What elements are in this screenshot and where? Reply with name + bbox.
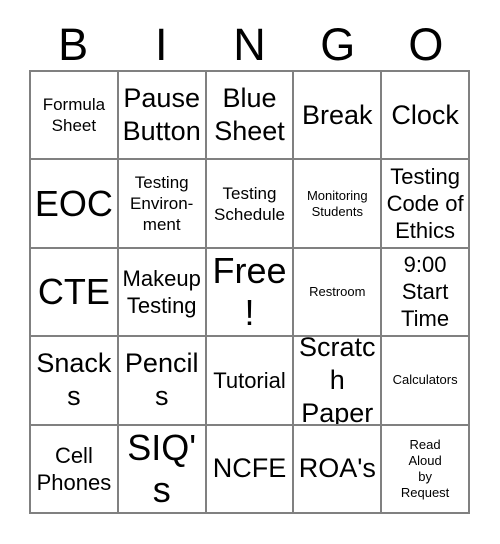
bingo-header-letter-g: G [320, 19, 356, 70]
bingo-header-letter-b: B [58, 19, 89, 70]
bingo-cell-b5[interactable]: Cell Phones [31, 425, 119, 514]
bingo-cell-label: NCFE [212, 453, 287, 484]
bingo-cell-label: SIQ's [127, 426, 197, 510]
bingo-cell-n4[interactable]: Tutorial [206, 337, 295, 426]
bingo-header-letter-o: O [408, 19, 444, 70]
bingo-cell-label: Break [302, 99, 373, 130]
bingo-cell-g3[interactable]: Restroom [294, 248, 383, 338]
bingo-cell-b3[interactable]: CTE [31, 248, 119, 338]
bingo-cell-label: Snacks [36, 348, 112, 412]
bingo-cell-label: 9:00 Start Time [401, 252, 450, 332]
bingo-cell-free-space[interactable]: Free! [206, 248, 295, 338]
bingo-cell-g5[interactable]: ROA's [294, 425, 383, 514]
bingo-cell-o4[interactable]: Calculators [382, 337, 470, 426]
bingo-cell-label: EOC [34, 182, 113, 224]
bingo-cell-label: Cell Phones [36, 442, 112, 495]
bingo-card: B I N G O Formula Sheet Pause Button Blu… [0, 0, 500, 544]
bingo-cell-label: Monitoring Students [306, 187, 368, 219]
bingo-cell-label: Clock [391, 99, 459, 130]
bingo-cell-g1[interactable]: Break [294, 72, 383, 161]
bingo-cell-i5[interactable]: SIQ's [118, 425, 207, 514]
bingo-cell-g4[interactable]: Scratch Paper [294, 337, 383, 426]
bingo-cell-o5[interactable]: Read Aloud by Request [382, 425, 470, 514]
bingo-cell-label: Formula Sheet [42, 95, 106, 136]
bingo-cell-o3[interactable]: 9:00 Start Time [382, 248, 470, 338]
bingo-cell-label: Testing Code of Ethics [386, 164, 464, 244]
bingo-cell-label: Calculators [392, 372, 458, 388]
bingo-cell-label: CTE [37, 270, 110, 312]
bingo-cell-label: Pause Button [122, 83, 201, 147]
bingo-header-letter-i: I [155, 19, 168, 70]
bingo-cell-n1[interactable]: Blue Sheet [206, 72, 295, 161]
bingo-cell-label: Blue Sheet [214, 83, 285, 147]
bingo-cell-label: Tutorial [213, 367, 286, 393]
bingo-cell-g2[interactable]: Monitoring Students [294, 160, 383, 249]
bingo-cell-i2[interactable]: Testing Environ- ment [118, 160, 207, 249]
bingo-cell-label: Pencils [124, 348, 199, 412]
bingo-cell-i4[interactable]: Pencils [118, 337, 207, 426]
bingo-grid: Formula Sheet Pause Button Blue Sheet Br… [29, 70, 470, 514]
bingo-cell-label: ROA's [298, 453, 376, 484]
bingo-cell-n2[interactable]: Testing Schedule [206, 160, 295, 249]
bingo-cell-i1[interactable]: Pause Button [118, 72, 207, 161]
bingo-cell-label: Free! [212, 249, 287, 333]
bingo-header-letter-n: N [233, 19, 266, 70]
bingo-cell-b1[interactable]: Formula Sheet [31, 72, 119, 161]
bingo-cell-label: Read Aloud by Request [400, 436, 450, 500]
bingo-cell-b2[interactable]: EOC [31, 160, 119, 249]
bingo-cell-label: Testing Schedule [214, 183, 285, 224]
bingo-cell-i3[interactable]: Makeup Testing [118, 248, 207, 338]
bingo-cell-o1[interactable]: Clock [382, 72, 470, 161]
bingo-cell-o2[interactable]: Testing Code of Ethics [382, 160, 470, 249]
bingo-cell-label: Scratch Paper [299, 337, 376, 426]
bingo-header-row: B I N G O [29, 12, 470, 70]
bingo-cell-label: Restroom [309, 283, 366, 299]
bingo-cell-n5[interactable]: NCFE [206, 425, 295, 514]
bingo-cell-label: Makeup Testing [122, 265, 201, 318]
bingo-cell-label: Testing Environ- ment [130, 173, 194, 235]
bingo-cell-b4[interactable]: Snacks [31, 337, 119, 426]
